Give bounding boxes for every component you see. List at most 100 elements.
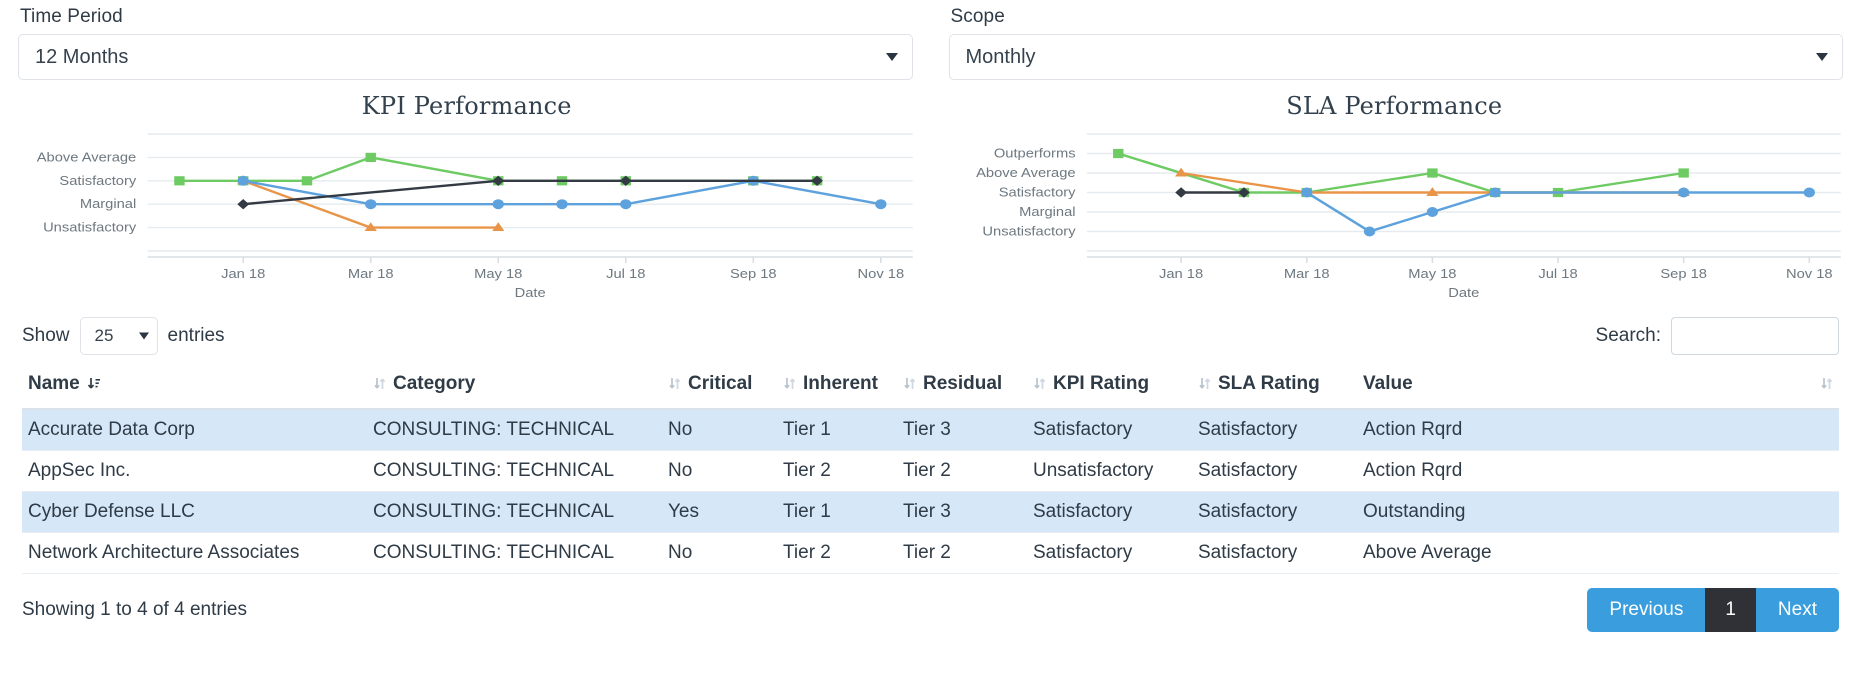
- cell-critical: No: [662, 409, 777, 451]
- sort-none-icon: [1033, 376, 1046, 392]
- page-length-value: 25: [94, 326, 114, 345]
- dashboard-page: Time Period 12 Months Scope Monthly KPI …: [0, 0, 1861, 679]
- cell-category: CONSULTING: TECHNICAL: [367, 532, 662, 574]
- svg-text:Mar 18: Mar 18: [348, 266, 394, 281]
- column-header-residual[interactable]: Residual: [897, 363, 1027, 410]
- svg-text:Marginal: Marginal: [1019, 204, 1075, 219]
- sla-chart-canvas: Outperforms Above Average Satisfactory Marg…: [976, 133, 1841, 300]
- svg-text:Jan 18: Jan 18: [1159, 266, 1203, 281]
- sort-none-icon: [373, 376, 386, 392]
- cell-kpi-rating: Satisfactory: [1027, 491, 1192, 533]
- kpi-chart-title: KPI Performance: [361, 92, 572, 120]
- svg-text:May 18: May 18: [1408, 266, 1457, 281]
- table-head: Name Category Critical Inherent Residual…: [22, 363, 1839, 410]
- cell-name: Cyber Defense LLC: [22, 491, 367, 533]
- table-row[interactable]: AppSec Inc. CONSULTING: TECHNICAL No Tier 2…: [22, 450, 1839, 492]
- cell-residual: Tier 2: [897, 532, 1027, 574]
- cell-sla-rating: Satisfactory: [1192, 409, 1357, 451]
- svg-text:Marginal: Marginal: [80, 196, 136, 211]
- column-label-sla-rating: SLA Rating: [1218, 373, 1320, 394]
- sort-none-icon: [668, 376, 681, 392]
- scope-select[interactable]: Monthly: [948, 34, 1843, 80]
- sort-desc-active-icon: [87, 376, 101, 392]
- table-toolbar: Show 25 entries Search:: [0, 301, 1861, 363]
- time-period-filter: Time Period 12 Months: [18, 6, 913, 80]
- chevron-down-icon: [138, 332, 149, 340]
- column-label-critical: Critical: [688, 373, 753, 394]
- svg-text:Sep 18: Sep 18: [1660, 266, 1707, 281]
- next-page-button[interactable]: Next: [1755, 588, 1839, 632]
- time-period-label: Time Period: [20, 6, 123, 27]
- previous-page-button[interactable]: Previous: [1587, 588, 1706, 632]
- sort-none-icon: [1198, 376, 1211, 392]
- sort-none-icon: [783, 376, 796, 392]
- svg-text:Date: Date: [1448, 285, 1479, 300]
- column-header-inherent[interactable]: Inherent: [777, 363, 897, 410]
- cell-kpi-rating: Unsatisfactory: [1027, 450, 1192, 492]
- cell-sla-rating: Satisfactory: [1192, 491, 1357, 533]
- page-1-button[interactable]: 1: [1705, 588, 1756, 632]
- table-header-row: Name Category Critical Inherent Residual…: [22, 363, 1839, 410]
- column-header-critical[interactable]: Critical: [662, 363, 777, 410]
- column-label-kpi-rating: KPI Rating: [1053, 373, 1150, 394]
- cell-inherent: Tier 2: [777, 532, 897, 574]
- cell-critical: No: [662, 450, 777, 492]
- table-row[interactable]: Network Architecture Associates CONSULTIN…: [22, 532, 1839, 574]
- entries-label: entries: [167, 325, 225, 346]
- svg-text:Above Average: Above Average: [976, 165, 1076, 180]
- sla-performance-chart: SLA Performance Outperforms Above Average…: [942, 88, 1848, 301]
- svg-text:Nov 18: Nov 18: [1785, 266, 1832, 281]
- chevron-down-icon: [1816, 53, 1828, 61]
- cell-name: Network Architecture Associates: [22, 532, 367, 574]
- table-row[interactable]: Accurate Data Corp CONSULTING: TECHNICAL N…: [22, 409, 1839, 451]
- time-period-select[interactable]: 12 Months: [18, 34, 913, 80]
- cell-inherent: Tier 1: [777, 491, 897, 533]
- svg-text:Nov 18: Nov 18: [858, 266, 905, 281]
- column-label-value: Value: [1363, 373, 1413, 394]
- show-entries-control: Show 25 entries: [22, 317, 225, 355]
- cell-residual: Tier 3: [897, 491, 1027, 533]
- cell-sla-rating: Satisfactory: [1192, 450, 1357, 492]
- charts-row: KPI Performance Above Average Satisfactor…: [0, 80, 1861, 301]
- kpi-chart-canvas: Above Average Satisfactory Marginal Unsatis…: [37, 133, 913, 300]
- table-body: Accurate Data Corp CONSULTING: TECHNICAL N…: [22, 409, 1839, 574]
- cell-critical: Yes: [662, 491, 777, 533]
- search-control: Search:: [1596, 317, 1839, 355]
- table-row[interactable]: Cyber Defense LLC CONSULTING: TECHNICAL Ye…: [22, 491, 1839, 533]
- table-footer: Showing 1 to 4 of 4 entries Previous 1 N…: [0, 574, 1861, 632]
- cell-category: CONSULTING: TECHNICAL: [367, 409, 662, 451]
- search-label: Search:: [1595, 325, 1661, 346]
- kpi-performance-chart: KPI Performance Above Average Satisfactor…: [14, 88, 920, 301]
- column-header-kpi-rating[interactable]: KPI Rating: [1027, 363, 1192, 410]
- time-period-value: 12 Months: [35, 45, 129, 68]
- column-header-value[interactable]: Value: [1357, 363, 1839, 410]
- cell-value: Action Rqrd: [1357, 409, 1839, 451]
- cell-category: CONSULTING: TECHNICAL: [367, 450, 662, 492]
- cell-value: Above Average: [1357, 532, 1839, 574]
- svg-text:Mar 18: Mar 18: [1283, 266, 1329, 281]
- svg-text:Jan 18: Jan 18: [221, 266, 265, 281]
- svg-text:Above Average: Above Average: [37, 149, 137, 164]
- show-label: Show: [22, 325, 70, 346]
- page-length-select[interactable]: 25: [79, 317, 158, 355]
- column-header-category[interactable]: Category: [367, 363, 662, 410]
- svg-text:Satisfactory: Satisfactory: [998, 184, 1075, 199]
- cell-critical: No: [662, 532, 777, 574]
- svg-text:Jul 18: Jul 18: [1538, 266, 1578, 281]
- search-input[interactable]: [1671, 317, 1839, 355]
- svg-text:Date: Date: [515, 285, 546, 300]
- cell-residual: Tier 2: [897, 450, 1027, 492]
- svg-text:Outperforms: Outperforms: [993, 145, 1075, 160]
- cell-kpi-rating: Satisfactory: [1027, 532, 1192, 574]
- chevron-down-icon: [885, 53, 898, 61]
- column-label-category: Category: [393, 373, 476, 394]
- column-header-name[interactable]: Name: [22, 363, 367, 410]
- svg-text:Unsatisfactory: Unsatisfactory: [43, 219, 136, 234]
- scope-value: Monthly: [965, 45, 1036, 68]
- cell-value: Action Rqrd: [1357, 450, 1839, 492]
- column-header-sla-rating[interactable]: SLA Rating: [1192, 363, 1357, 410]
- svg-text:Sep 18: Sep 18: [730, 266, 777, 281]
- column-label-name: Name: [28, 373, 80, 394]
- showing-entries-info: Showing 1 to 4 of 4 entries: [22, 599, 247, 620]
- cell-inherent: Tier 2: [777, 450, 897, 492]
